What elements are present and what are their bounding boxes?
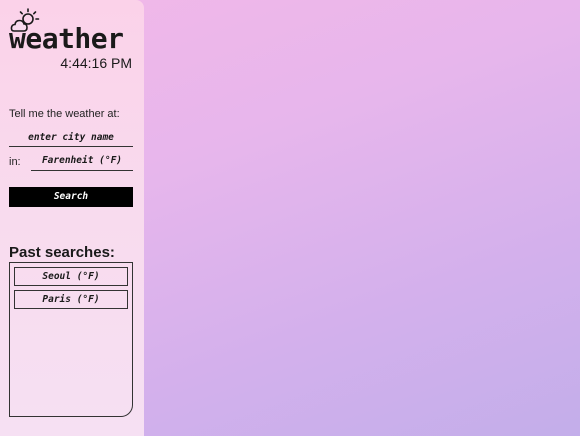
past-search-item[interactable]: Paris (°F) bbox=[14, 290, 128, 309]
city-input[interactable] bbox=[9, 128, 133, 147]
past-searches-title: Past searches: bbox=[9, 244, 115, 261]
past-searches-list: Seoul (°F) Paris (°F) bbox=[9, 262, 133, 417]
main-content bbox=[144, 0, 580, 436]
unit-select[interactable]: Farenheit (°F) bbox=[31, 152, 133, 171]
app-title: weather bbox=[9, 22, 124, 55]
sidebar: weather 4:44:16 PM Tell me the weather a… bbox=[0, 0, 144, 436]
search-button[interactable]: Search bbox=[9, 187, 133, 207]
clock: 4:44:16 PM bbox=[60, 55, 132, 71]
unit-label: in: bbox=[9, 156, 21, 168]
past-search-item[interactable]: Seoul (°F) bbox=[14, 267, 128, 286]
city-prompt-label: Tell me the weather at: bbox=[9, 108, 120, 120]
